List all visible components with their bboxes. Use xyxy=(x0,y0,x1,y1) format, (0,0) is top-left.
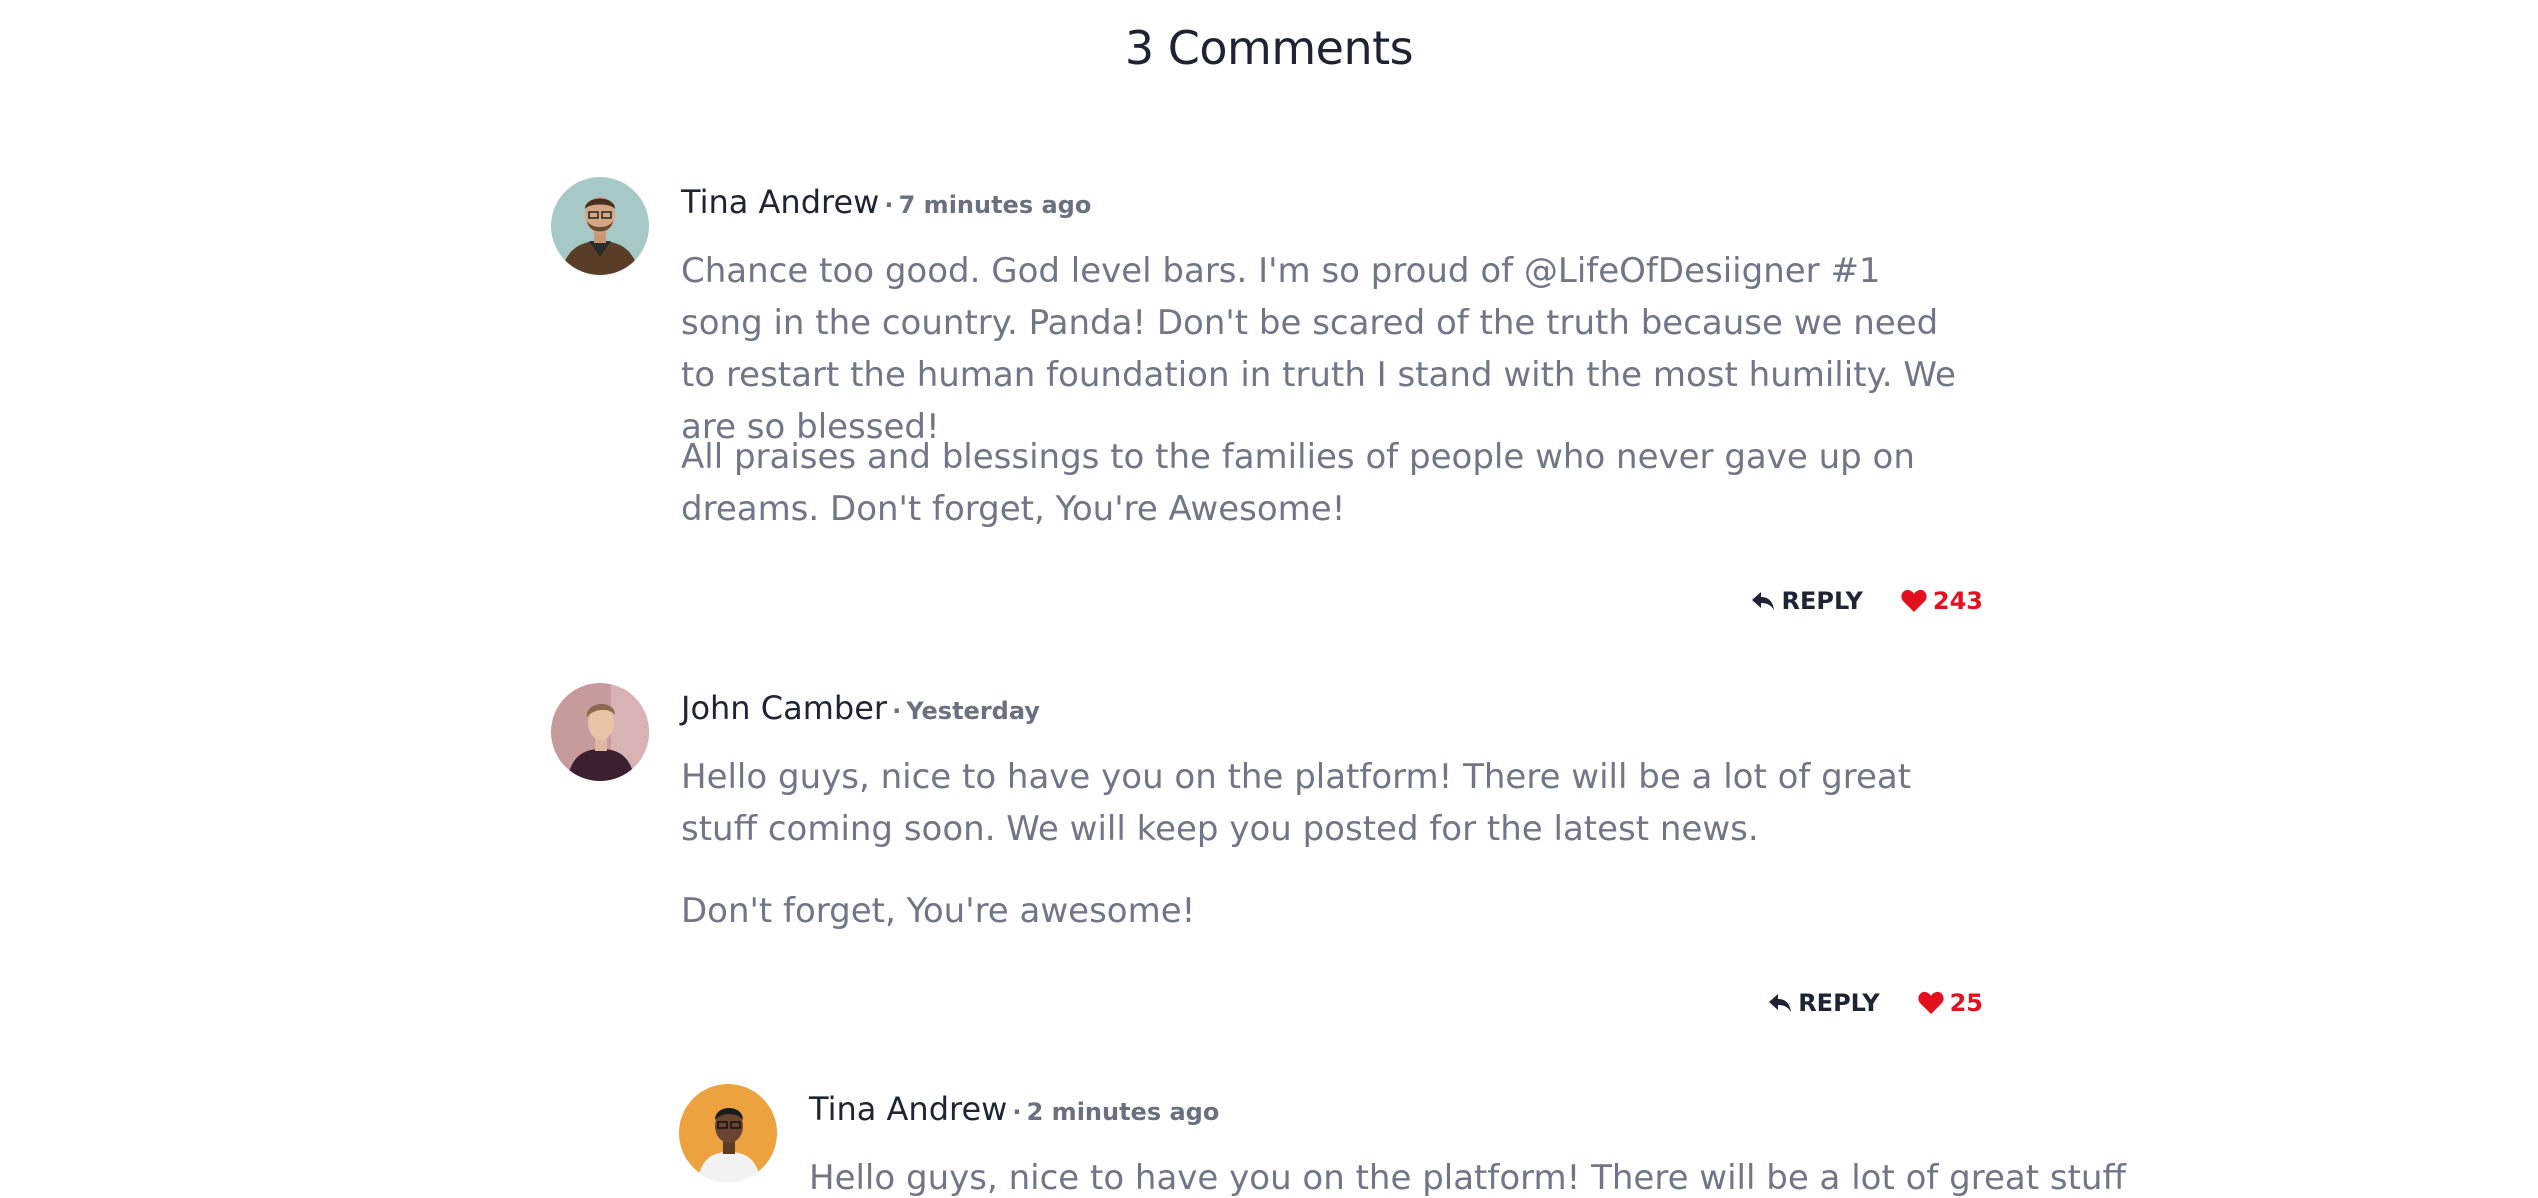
like-count: 25 xyxy=(1949,989,1983,1017)
comment: Tina Andrew · 7 minutes ago Chance too g… xyxy=(551,177,1983,637)
reply-arrow-icon xyxy=(1751,590,1775,612)
comment-text: Chance too good. God level bars. I'm so … xyxy=(681,251,1956,447)
reply-label: REPLY xyxy=(1781,587,1863,615)
meta-separator: · xyxy=(892,697,902,725)
avatar[interactable] xyxy=(679,1084,777,1182)
like-count: 243 xyxy=(1932,587,1983,615)
comment: John Camber · Yesterday Hello guys, nice… xyxy=(551,683,1983,1043)
comment-text: Don't forget, You're awesome! xyxy=(681,891,1196,931)
comment-text: Hello guys, nice to have you on the plat… xyxy=(681,757,1912,849)
comment-reply: Tina Andrew · 2 minutes ago Hello guys, … xyxy=(679,1084,2126,1198)
comment-meta: Tina Andrew · 7 minutes ago xyxy=(681,177,1091,233)
like-button[interactable]: 243 xyxy=(1901,587,1983,615)
comment-time: Yesterday xyxy=(906,697,1040,725)
comment-body: Tina Andrew · 7 minutes ago Chance too g… xyxy=(681,177,1983,637)
reply-button[interactable]: REPLY xyxy=(1751,587,1863,615)
comments-title: 3 Comments xyxy=(1124,21,1414,75)
comment-actions: REPLY 243 xyxy=(1751,587,1983,615)
author-name[interactable]: John Camber xyxy=(681,689,887,727)
reply-label: REPLY xyxy=(1798,989,1880,1017)
comment-body: John Camber · Yesterday Hello guys, nice… xyxy=(681,683,1983,1043)
avatar[interactable] xyxy=(551,683,649,781)
author-name[interactable]: Tina Andrew xyxy=(809,1090,1007,1128)
comment-actions: REPLY 25 xyxy=(1768,989,1983,1017)
comment-time: 7 minutes ago xyxy=(898,191,1092,219)
avatar-photo-icon xyxy=(551,177,649,275)
comment-time: 2 minutes ago xyxy=(1026,1098,1220,1126)
reply-button[interactable]: REPLY xyxy=(1768,989,1880,1017)
avatar-photo-icon xyxy=(551,683,649,781)
comment-body: Tina Andrew · 2 minutes ago Hello guys, … xyxy=(809,1084,2126,1198)
avatar-photo-icon xyxy=(679,1084,777,1182)
like-button[interactable]: 25 xyxy=(1917,989,1983,1017)
heart-icon xyxy=(1901,589,1927,613)
comment-meta: John Camber · Yesterday xyxy=(681,683,1040,739)
reply-arrow-icon xyxy=(1768,992,1792,1014)
comment-meta: Tina Andrew · 2 minutes ago xyxy=(809,1084,1219,1140)
meta-separator: · xyxy=(884,191,894,219)
comment-text: Hello guys, nice to have you on the plat… xyxy=(809,1158,2126,1198)
author-name[interactable]: Tina Andrew xyxy=(681,183,879,221)
meta-separator: · xyxy=(1012,1098,1022,1126)
heart-icon xyxy=(1917,991,1944,1015)
avatar[interactable] xyxy=(551,177,649,275)
comment-text: All praises and blessings to the familie… xyxy=(681,437,1915,529)
comments-page: 3 Comments Tina Andrew · 7 minutes ago C… xyxy=(0,0,2538,1198)
